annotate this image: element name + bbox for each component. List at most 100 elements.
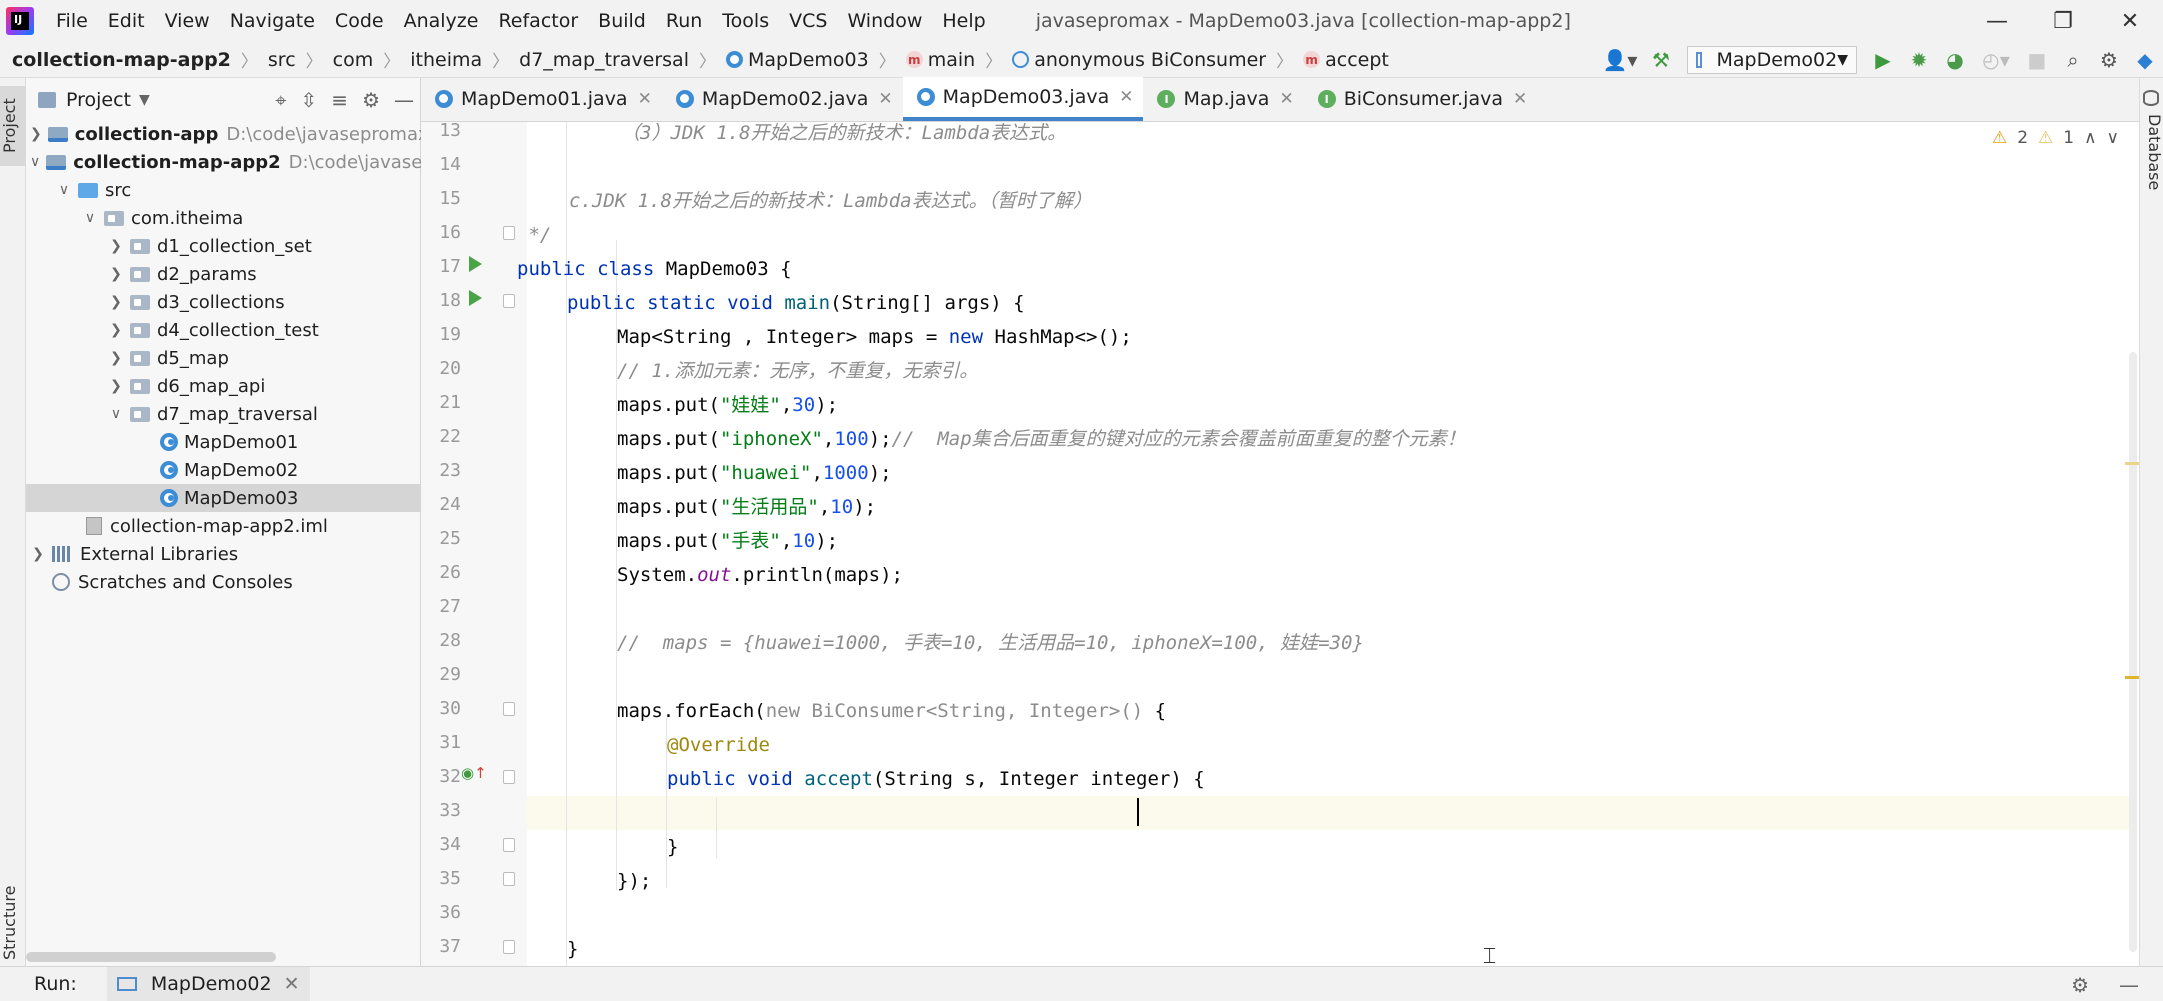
menu-help[interactable]: Help: [932, 10, 995, 32]
breadcrumb-package[interactable]: d7_map_traversal: [519, 49, 689, 71]
tree-item-mapdemo01[interactable]: MapDemo01: [26, 428, 421, 456]
warning-marker[interactable]: [2125, 462, 2139, 465]
breadcrumb-com[interactable]: com: [333, 49, 374, 71]
locate-icon[interactable]: ⌖: [275, 88, 286, 112]
tree-item-mapdemo03[interactable]: MapDemo03: [26, 484, 421, 512]
tree-item-d5[interactable]: ❯ d5_map: [26, 344, 421, 372]
menu-vcs[interactable]: VCS: [779, 10, 837, 32]
breadcrumb-anonymous[interactable]: anonymous BiConsumer: [1034, 49, 1266, 71]
coverage-icon[interactable]: ◕: [1937, 42, 1973, 78]
tree-item-scratches[interactable]: Scratches and Consoles: [26, 568, 421, 596]
hide-icon[interactable]: —: [394, 88, 414, 112]
breadcrumb-project[interactable]: collection-map-app2: [12, 49, 231, 71]
run-tab-mapdemo02[interactable]: MapDemo02 ✕: [106, 966, 310, 1001]
tree-item-collection-app[interactable]: ❯ collection-appD:\code\javasepromax\c: [26, 120, 421, 148]
chevron-down-icon[interactable]: ∨: [30, 154, 40, 170]
expand-all-icon[interactable]: ⇳: [301, 88, 318, 112]
chevron-right-icon[interactable]: ❯: [108, 378, 124, 394]
close-tab-icon[interactable]: ✕: [638, 89, 652, 109]
close-tab-icon[interactable]: ✕: [284, 973, 300, 995]
warning-marker[interactable]: [2125, 676, 2139, 679]
build-hammer-icon[interactable]: ⚒: [1643, 42, 1679, 78]
menu-file[interactable]: File: [46, 10, 98, 32]
implements-method-icon[interactable]: ◉↑: [461, 764, 487, 782]
tab-mapdemo03[interactable]: MapDemo03.java ✕: [902, 77, 1144, 121]
breadcrumb-src[interactable]: src: [268, 49, 296, 71]
menu-analyze[interactable]: Analyze: [394, 10, 489, 32]
tab-mapdemo02[interactable]: MapDemo02.java ✕: [662, 77, 903, 121]
tree-item-com-itheima[interactable]: ∨ com.itheima: [26, 204, 421, 232]
chevron-down-icon[interactable]: ∨: [56, 182, 72, 198]
tree-item-external-libraries[interactable]: ❯ External Libraries: [26, 540, 421, 568]
menu-tools[interactable]: Tools: [712, 10, 779, 32]
tree-item-mapdemo02[interactable]: MapDemo02: [26, 456, 421, 484]
close-tab-icon[interactable]: ✕: [1513, 89, 1527, 109]
restore-icon[interactable]: ❐: [2030, 0, 2096, 42]
inspection-widget[interactable]: ⚠ 2 ⚠ 1 ∧ ∨: [1992, 128, 2119, 148]
code-editor[interactable]: 13 14 15 16 17 18 19 20 21 22 23 24 25 2…: [421, 122, 2139, 966]
tree-item-d3[interactable]: ❯ d3_collections: [26, 288, 421, 316]
collapse-all-icon[interactable]: ≡: [331, 88, 348, 112]
menu-view[interactable]: View: [155, 10, 220, 32]
chevron-right-icon[interactable]: ❯: [108, 322, 124, 338]
tree-item-d1[interactable]: ❯ d1_collection_set: [26, 232, 421, 260]
database-tool-tab[interactable]: Database: [2140, 114, 2163, 190]
close-tab-icon[interactable]: ✕: [1279, 89, 1293, 109]
chevron-right-icon[interactable]: ❯: [108, 350, 124, 366]
chevron-down-icon[interactable]: ∨: [2107, 128, 2119, 148]
tree-item-src[interactable]: ∨ src: [26, 176, 421, 204]
breadcrumb-itheima[interactable]: itheima: [410, 49, 482, 71]
menu-build[interactable]: Build: [588, 10, 656, 32]
menu-run[interactable]: Run: [656, 10, 712, 32]
project-panel-title[interactable]: Project: [66, 89, 131, 111]
fold-icon[interactable]: [503, 770, 515, 784]
menu-navigate[interactable]: Navigate: [220, 10, 325, 32]
chevron-right-icon[interactable]: ❯: [30, 546, 46, 562]
search-icon[interactable]: ⌕: [2055, 42, 2091, 78]
tree-item-iml[interactable]: collection-map-app2.iml: [26, 512, 421, 540]
fold-icon[interactable]: [503, 838, 515, 852]
menu-edit[interactable]: Edit: [98, 10, 155, 32]
tree-item-d6[interactable]: ❯ d6_map_api: [26, 372, 421, 400]
chevron-right-icon[interactable]: ❯: [30, 126, 42, 142]
user-icon[interactable]: 👤▾: [1597, 42, 1643, 78]
tree-item-d7[interactable]: ∨ d7_map_traversal: [26, 400, 421, 428]
project-tool-tab[interactable]: Project: [0, 86, 26, 166]
fold-icon[interactable]: [503, 702, 515, 716]
profile-icon[interactable]: ◴▾: [1973, 42, 2019, 78]
fold-icon[interactable]: [503, 940, 515, 954]
minimize-icon[interactable]: —: [1964, 0, 2030, 42]
chevron-down-icon[interactable]: ∨: [82, 210, 98, 226]
structure-tool-tab[interactable]: Structure: [0, 878, 26, 968]
fold-icon[interactable]: [503, 294, 515, 308]
breadcrumb-method-main[interactable]: main: [928, 49, 975, 71]
chevron-right-icon[interactable]: ❯: [108, 238, 124, 254]
toolbox-icon[interactable]: ◆: [2127, 42, 2163, 78]
close-window-icon[interactable]: ✕: [2097, 0, 2163, 42]
close-tab-icon[interactable]: ✕: [1119, 87, 1133, 107]
stop-icon[interactable]: ■: [2019, 42, 2055, 78]
chevron-down-icon[interactable]: ▼: [139, 92, 150, 108]
tree-item-d2[interactable]: ❯ d2_params: [26, 260, 421, 288]
run-main-icon[interactable]: [469, 290, 482, 306]
chevron-right-icon[interactable]: ❯: [108, 266, 124, 282]
menu-refactor[interactable]: Refactor: [488, 10, 588, 32]
gear-icon[interactable]: ⚙: [362, 88, 380, 112]
tab-mapdemo01[interactable]: MapDemo01.java ✕: [421, 77, 662, 121]
chevron-right-icon[interactable]: ❯: [108, 294, 124, 310]
breadcrumb-class[interactable]: MapDemo03: [748, 49, 869, 71]
fold-icon[interactable]: [503, 226, 515, 240]
fold-icon[interactable]: [503, 872, 515, 886]
chevron-down-icon[interactable]: ∨: [108, 406, 124, 422]
settings-gear-icon[interactable]: ⚙: [2091, 42, 2127, 78]
gear-icon[interactable]: ⚙: [2071, 973, 2089, 997]
tab-biconsumer[interactable]: I BiConsumer.java ✕: [1304, 77, 1538, 121]
menu-window[interactable]: Window: [837, 10, 932, 32]
debug-icon[interactable]: ✹: [1901, 42, 1937, 78]
tab-map[interactable]: I Map.java ✕: [1143, 77, 1303, 121]
menu-code[interactable]: Code: [325, 10, 394, 32]
chevron-up-icon[interactable]: ∧: [2084, 128, 2096, 148]
tree-item-collection-map-app2[interactable]: ∨ collection-map-app2D:\code\javasepro: [26, 148, 421, 176]
project-horizontal-scrollbar[interactable]: [26, 952, 276, 962]
breadcrumb-method-accept[interactable]: accept: [1325, 49, 1389, 71]
